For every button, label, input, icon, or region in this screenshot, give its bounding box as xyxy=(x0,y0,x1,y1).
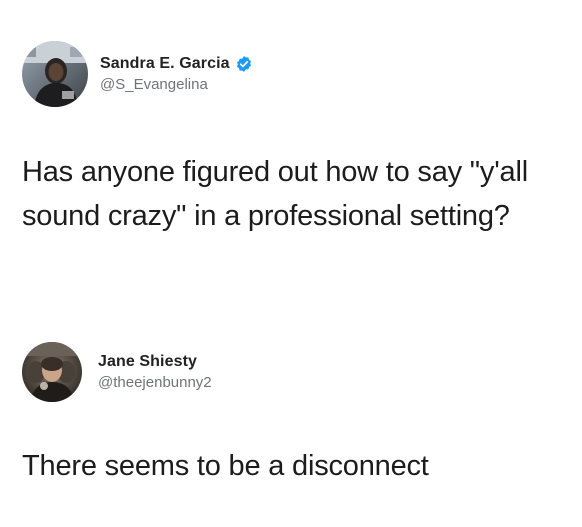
author-names: Jane Shiesty @theejenbunny2 xyxy=(98,353,212,391)
tweet-text: There seems to be a disconnect xyxy=(22,450,429,482)
profile-photo-icon xyxy=(22,342,82,402)
tweet-text: Has anyone figured out how to say "y'all… xyxy=(22,156,528,232)
display-name[interactable]: Jane Shiesty xyxy=(98,353,197,371)
display-name-row: Sandra E. Garcia xyxy=(100,55,253,73)
tweet-author-row: Sandra E. Garcia @S_Evangelina xyxy=(22,40,564,108)
tweet-author-row: Jane Shiesty @theejenbunny2 xyxy=(22,338,564,406)
avatar[interactable] xyxy=(22,342,82,402)
original-tweet[interactable]: Sandra E. Garcia @S_Evangelina Has anyon… xyxy=(22,40,564,238)
reply-tweet[interactable]: Jane Shiesty @theejenbunny2 There seems … xyxy=(22,338,564,488)
display-name[interactable]: Sandra E. Garcia xyxy=(100,55,230,73)
verified-badge-icon xyxy=(235,55,253,73)
handle[interactable]: @S_Evangelina xyxy=(100,76,253,93)
handle[interactable]: @theejenbunny2 xyxy=(98,374,212,391)
author-names: Sandra E. Garcia @S_Evangelina xyxy=(100,55,253,93)
display-name-row: Jane Shiesty xyxy=(98,353,212,371)
profile-photo-icon xyxy=(22,41,88,107)
avatar[interactable] xyxy=(22,41,88,107)
